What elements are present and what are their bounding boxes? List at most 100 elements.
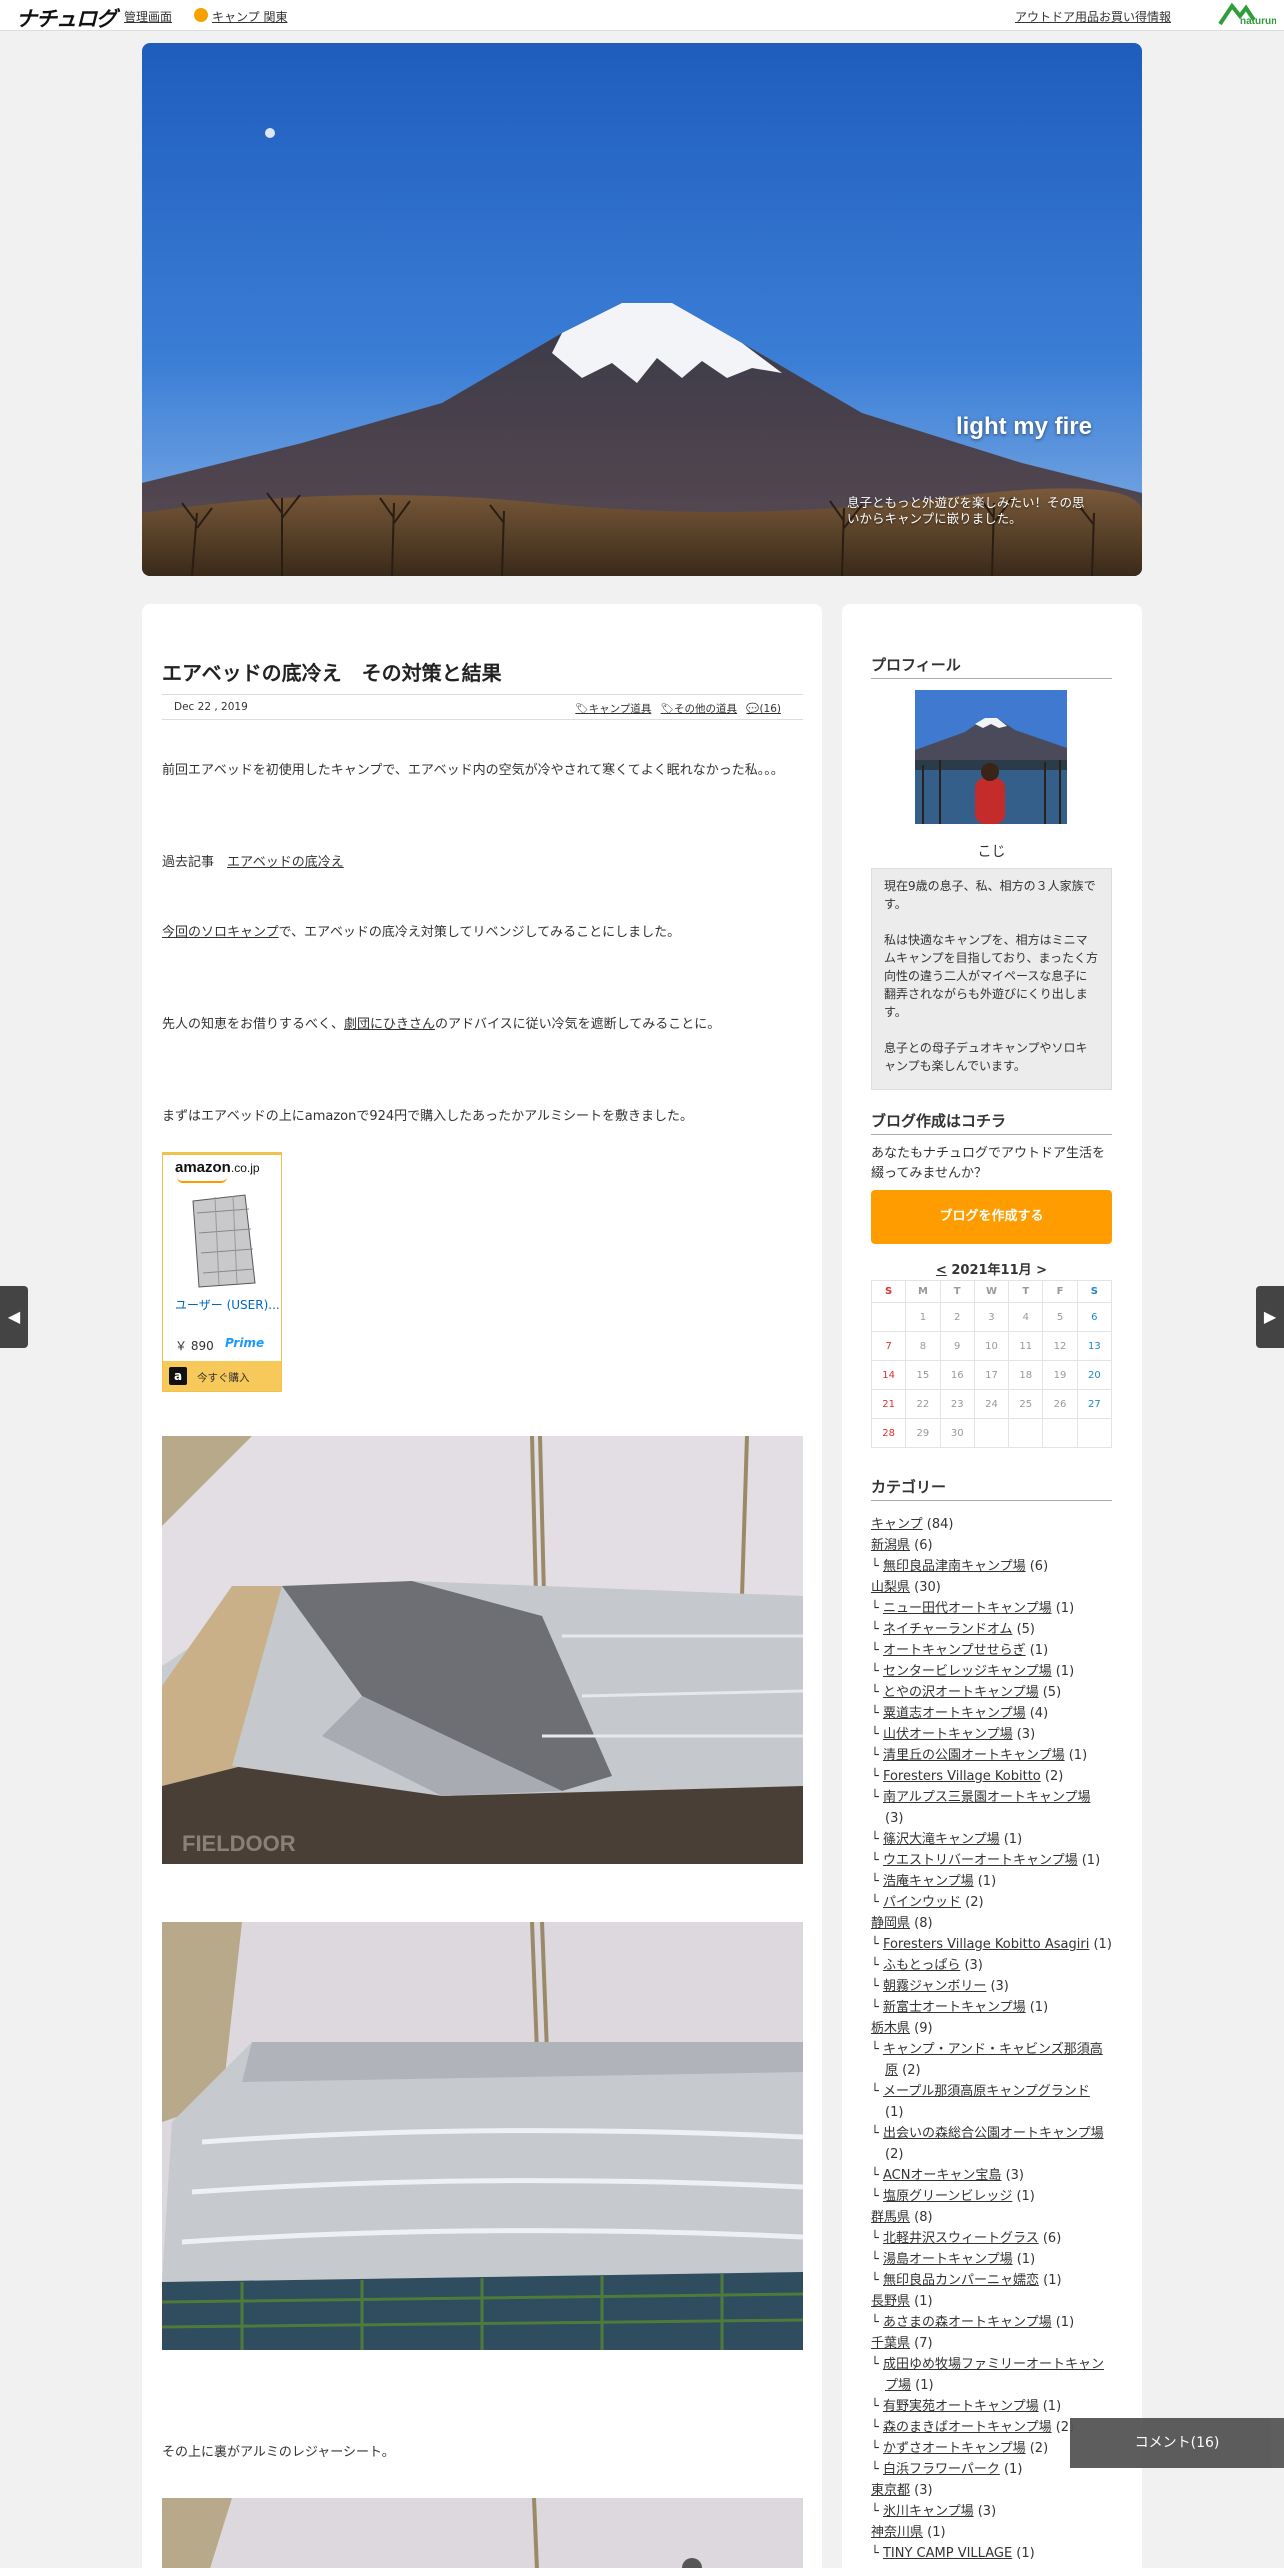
- category-link[interactable]: キャンプ: [871, 1517, 923, 1532]
- category-link[interactable]: 新富士オートキャンプ場: [883, 2000, 1026, 2015]
- category-count: (1): [999, 2462, 1023, 2477]
- calendar-day: 12: [1042, 1331, 1078, 1361]
- advice-author-link[interactable]: 劇団にひきさん: [344, 1017, 435, 1032]
- subcategory-item: └ 朝霧ジャンボリー (3): [871, 1976, 1112, 1997]
- category-link[interactable]: 氷川キャンプ場: [883, 2504, 974, 2519]
- subcategory-item: └ 氷川キャンプ場 (3): [871, 2501, 1112, 2522]
- calendar-day: 1: [905, 1302, 941, 1332]
- category-link[interactable]: TINY CAMP VILLAGE: [883, 2546, 1012, 2561]
- category-link[interactable]: ウエストリバーオートキャンプ場: [883, 1853, 1078, 1868]
- category-link[interactable]: 栃木県: [871, 2021, 910, 2036]
- category-link[interactable]: 山梨県: [871, 1580, 910, 1595]
- category-link[interactable]: 北軽井沢スウィートグラス: [883, 2231, 1039, 2246]
- amazon-logo: amazon.co.jp: [175, 1159, 260, 1176]
- subcategory-item: └ ウエストリバーオートキャンプ場 (1): [871, 1850, 1112, 1871]
- camp-category-link[interactable]: キャンプ 関東: [212, 8, 287, 25]
- category-link[interactable]: ニュー田代オートキャンプ場: [883, 1601, 1052, 1616]
- category-link[interactable]: ふもとっぱら: [883, 1958, 960, 1973]
- category-count: (1): [1077, 1853, 1101, 1868]
- paragraph-past-article: 過去記事 エアベッドの底冷え: [162, 852, 344, 874]
- category-link[interactable]: 神奈川県: [871, 2525, 923, 2540]
- category-link[interactable]: パインウッド: [883, 1895, 961, 1910]
- calendar-prev-link[interactable]: <: [936, 1263, 947, 1278]
- site-logo[interactable]: ナチュログ: [16, 3, 117, 33]
- blog-title[interactable]: light my fire: [956, 413, 1092, 441]
- photo-airbed-alu-sheet[interactable]: FIELDOOR: [162, 1436, 803, 1864]
- category-link[interactable]: 粟道志オートキャンプ場: [883, 1706, 1026, 1721]
- admin-link[interactable]: 管理画面: [124, 8, 172, 25]
- category-link[interactable]: 篠沢大滝キャンプ場: [883, 1832, 1000, 1847]
- naturum-logo[interactable]: naturum: [1218, 2, 1276, 28]
- calendar-day: 24: [973, 1389, 1010, 1419]
- category-link[interactable]: 朝霧ジャンボリー: [883, 1979, 986, 1994]
- category-link[interactable]: 東京都: [871, 2483, 910, 2498]
- category-link[interactable]: オートキャンプせせらぎ: [883, 1643, 1026, 1658]
- category-link[interactable]: あさまの森オートキャンプ場: [883, 2315, 1052, 2330]
- category-link[interactable]: 湯島オートキャンプ場: [883, 2252, 1013, 2267]
- calendar-day: 17: [973, 1360, 1010, 1390]
- solo-camp-link[interactable]: 今回のソロキャンプ: [162, 925, 279, 940]
- category-item: 長野県 (1): [871, 2291, 1112, 2312]
- prime-badge: Prime: [225, 1336, 265, 1350]
- category-link[interactable]: 無印良品カンパーニャ嬬恋: [883, 2273, 1039, 2288]
- category-count: (3): [960, 1958, 983, 1973]
- tag-other-gear[interactable]: 🏷その他の道具: [661, 703, 737, 715]
- category-link[interactable]: 無印良品津南キャンプ場: [883, 1559, 1026, 1574]
- blog-header-image[interactable]: light my fire 息子ともっと外遊びを楽しみたい！その思いからキャンプ…: [142, 43, 1142, 576]
- product-image[interactable]: [185, 1193, 261, 1289]
- category-link[interactable]: 南アルプス三景園オートキャンプ場: [883, 1790, 1090, 1805]
- category-link[interactable]: 森のまきばオートキャンプ場: [883, 2420, 1052, 2435]
- category-link[interactable]: 群馬県: [871, 2210, 910, 2225]
- past-article-link[interactable]: エアベッドの底冷え: [227, 855, 344, 870]
- category-link[interactable]: 白浜フラワーパーク: [883, 2462, 1000, 2477]
- category-link[interactable]: とやの沢オートキャンプ場: [883, 1685, 1039, 1700]
- category-link[interactable]: 長野県: [871, 2294, 910, 2309]
- category-link[interactable]: センタービレッジキャンプ場: [883, 1664, 1052, 1679]
- comment-count-link[interactable]: 💬(16): [746, 703, 781, 715]
- category-link[interactable]: 出会いの森総合公園オートキャンプ場: [883, 2126, 1104, 2141]
- buy-now-button[interactable]: a 今すぐ購入: [163, 1361, 281, 1391]
- category-link[interactable]: 有野実苑オートキャンプ場: [883, 2399, 1039, 2414]
- subcategory-marker: └: [871, 2420, 883, 2435]
- category-count: (1): [1051, 2315, 1075, 2330]
- profile-image[interactable]: [915, 690, 1067, 824]
- category-count: (5): [1012, 1622, 1035, 1637]
- category-link[interactable]: 清里丘の公園オートキャンプ場: [883, 1748, 1065, 1763]
- post-date: Dec 22 , 2019: [174, 701, 248, 713]
- category-link[interactable]: 浩庵キャンプ場: [883, 1874, 974, 1889]
- calendar-weekdays: S M T W T F S: [870, 1280, 1113, 1303]
- next-post-button[interactable]: ▶: [1256, 1286, 1284, 1348]
- photo-alu-sheet-spread[interactable]: [162, 1922, 803, 2350]
- subcategory-marker: └: [871, 2315, 883, 2330]
- subcategory-marker: └: [871, 1937, 883, 1952]
- category-count: (3): [885, 1811, 904, 1826]
- category-count: (1): [1038, 2399, 1062, 2414]
- category-link[interactable]: ネイチャーランドオム: [883, 1622, 1012, 1637]
- category-item: 栃木県 (9): [871, 2018, 1112, 2039]
- calendar-day: 18: [1008, 1360, 1044, 1390]
- comment-button[interactable]: コメント(16): [1070, 2418, 1284, 2468]
- amazon-product-widget[interactable]: amazon.co.jp ユーザー (USER)... ￥ 890 Prime …: [162, 1152, 282, 1392]
- subcategory-marker: └: [871, 2462, 883, 2477]
- category-link[interactable]: Foresters Village Kobitto: [883, 1769, 1041, 1784]
- category-link[interactable]: Foresters Village Kobitto Asagiri: [883, 1937, 1089, 1952]
- category-count: (1): [1051, 1664, 1075, 1679]
- category-link[interactable]: 千葉県: [871, 2336, 910, 2351]
- category-link[interactable]: かずさオートキャンプ場: [883, 2441, 1026, 2456]
- category-link[interactable]: 静岡県: [871, 1916, 910, 1931]
- category-link[interactable]: ACNオーキャン宝島: [883, 2168, 1001, 2183]
- create-blog-button[interactable]: ブログを作成する: [871, 1190, 1112, 1244]
- category-link[interactable]: メープル那須高原キャンプグランド: [883, 2084, 1090, 2099]
- category-link[interactable]: 山伏オートキャンプ場: [883, 1727, 1013, 1742]
- post-title[interactable]: エアベッドの底冷え その対策と結果: [162, 657, 502, 686]
- category-link[interactable]: 塩原グリーンビレッジ: [883, 2189, 1012, 2204]
- calendar-next-link[interactable]: >: [1036, 1263, 1047, 1278]
- photo-leisure-sheet[interactable]: [162, 2498, 803, 2568]
- subcategory-item: └ 新富士オートキャンプ場 (1): [871, 1997, 1112, 2018]
- category-link[interactable]: 新潟県: [871, 1538, 910, 1553]
- subcategory-item: └ メープル那須高原キャンプグランド (1): [871, 2081, 1112, 2123]
- tag-camp-gear[interactable]: 🏷キャンプ道具: [575, 703, 651, 715]
- product-user[interactable]: ユーザー (USER)...: [175, 1297, 280, 1313]
- prev-post-button[interactable]: ◀: [0, 1286, 28, 1348]
- outdoor-shop-link[interactable]: アウトドア用品お買い得情報: [1015, 8, 1171, 25]
